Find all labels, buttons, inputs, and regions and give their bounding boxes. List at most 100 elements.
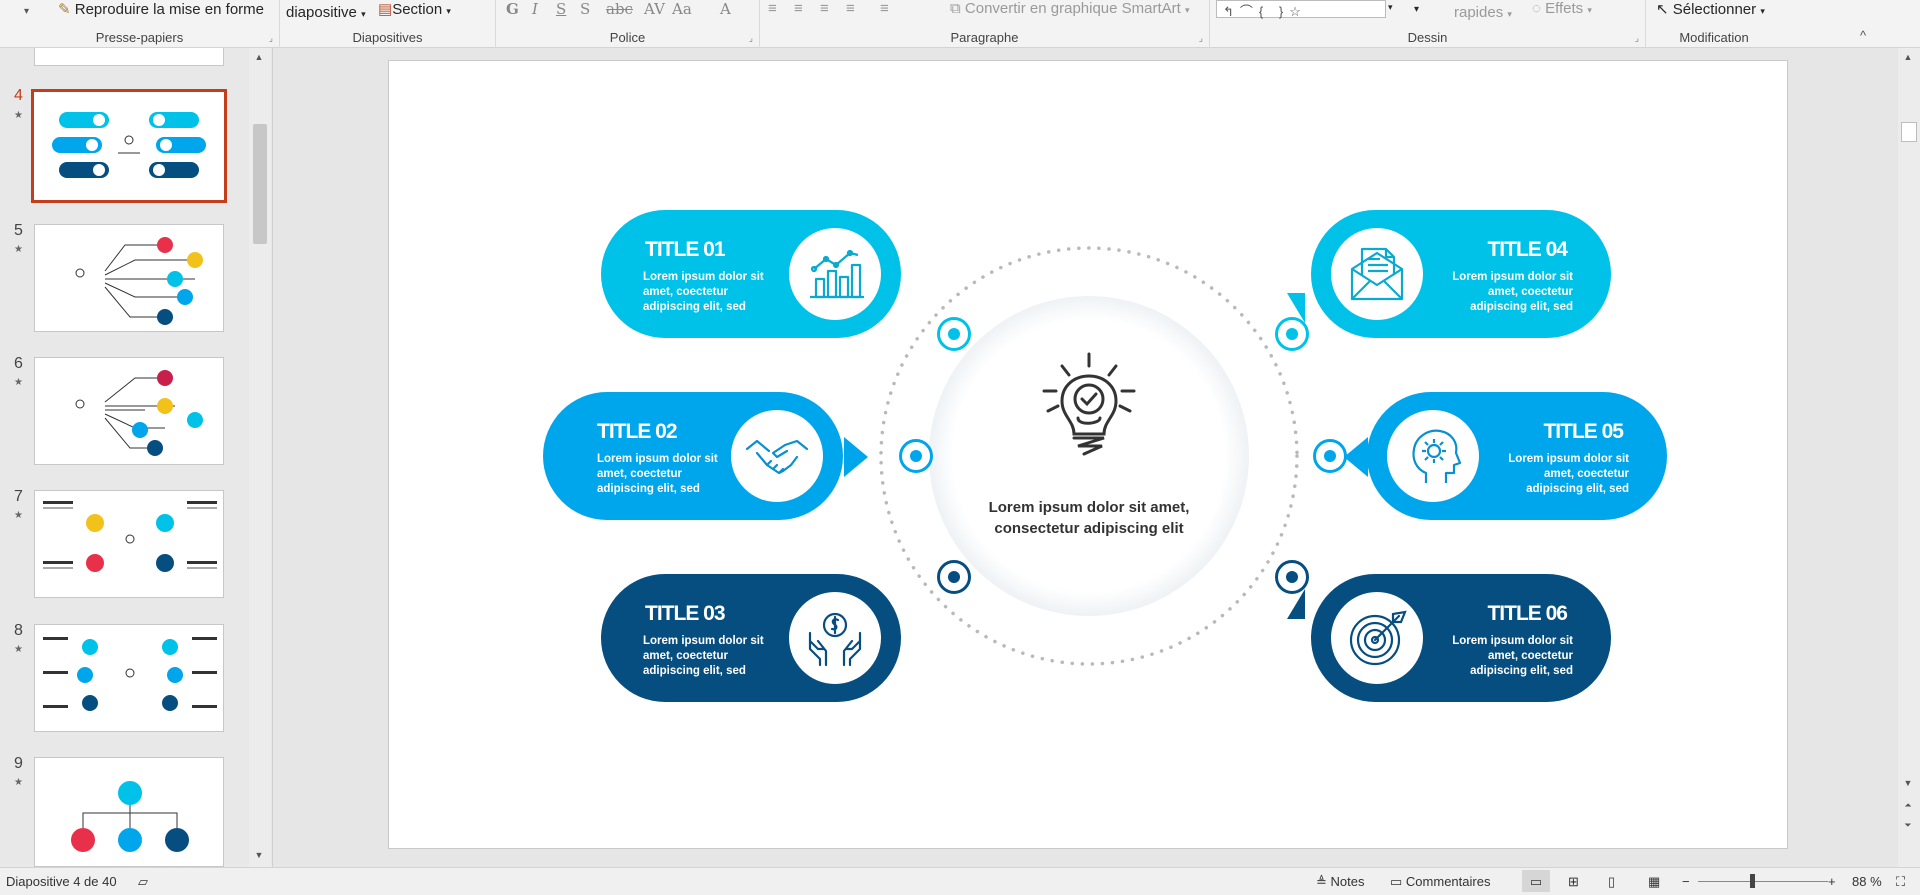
effects-button[interactable]: ◌ Effets ▾ (1532, 0, 1592, 17)
justify-icon[interactable]: ≡ (846, 0, 855, 17)
drawing-group-label: Dessin (1407, 30, 1448, 45)
smartart-icon: ⧉ (950, 0, 961, 17)
slide-thumbnail-7[interactable] (34, 490, 224, 598)
thumbnail-scrollbar[interactable]: ▲ ▼ (249, 48, 271, 867)
card-03[interactable]: TITLE 03 Lorem ipsum dolor sit amet, coe… (601, 574, 901, 702)
slide-sorter-icon[interactable]: ⊞ (1568, 874, 1579, 890)
underline-icon[interactable]: S (556, 0, 566, 18)
strikethrough-icon[interactable]: abc (606, 0, 633, 18)
notes-icon: ≜ (1316, 874, 1327, 889)
status-bar: Diapositive 4 de 40 ▱ ≜ Notes ▭ Commenta… (0, 867, 1920, 895)
proofing-icon[interactable]: ▱ (138, 874, 148, 890)
card-03-text: Lorem ipsum dolor sit amet, coectetur ad… (643, 635, 764, 677)
slide-thumbnail-8[interactable] (34, 624, 224, 732)
align-center-icon[interactable]: ≡ (794, 0, 803, 17)
clipboard-launcher-icon[interactable]: ⌟ (269, 33, 273, 44)
bold-icon[interactable]: G (506, 0, 519, 18)
card-06[interactable]: TITLE 06 Lorem ipsum dolor sit amet, coe… (1311, 574, 1611, 702)
slide-thumbnail-6[interactable] (34, 357, 224, 465)
reading-view-icon[interactable]: ▯ (1608, 874, 1615, 890)
zoom-in-icon[interactable]: + (1828, 874, 1836, 889)
cursor-icon: ↖ (1656, 1, 1669, 18)
align-right-icon[interactable]: ≡ (820, 0, 829, 17)
head-gear-icon (1412, 429, 1462, 483)
select-button[interactable]: ↖ Sélectionner ▾ (1656, 0, 1765, 18)
format-painter-button[interactable]: ✎ Reproduire la mise en forme (58, 0, 264, 18)
brush-icon: ✎ (58, 1, 71, 18)
card-04-text: Lorem ipsum dolor sit amet, coectetur ad… (1452, 271, 1573, 313)
card-01-icon-circle (789, 228, 881, 320)
fit-to-window-icon[interactable]: ⛶ (1896, 874, 1905, 890)
zoom-out-icon[interactable]: − (1682, 874, 1690, 889)
vertical-scrollbar[interactable]: ▲ ▼ ⏶ ⏷ (1898, 48, 1920, 867)
quick-styles-button[interactable]: rapides ▾ (1454, 4, 1512, 21)
normal-view-icon[interactable]: ▭ (1522, 870, 1550, 892)
card-06-pointer (1287, 589, 1305, 619)
slideshow-icon[interactable]: ▦ (1648, 874, 1660, 890)
effects-icon: ◌ (1532, 0, 1541, 17)
comments-button[interactable]: ▭ Commentaires (1390, 874, 1490, 890)
animation-star-icon: ★ (14, 110, 23, 121)
thumbnail-7-preview (43, 501, 217, 572)
case-icon[interactable]: Aa (672, 0, 692, 18)
card-04[interactable]: TITLE 04 Lorem ipsum dolor sit amet, coe… (1311, 210, 1611, 338)
zoom-slider[interactable] (1698, 881, 1828, 882)
thumbnail-8-preview (43, 637, 217, 711)
card-01-title: TITLE 01 (645, 238, 726, 261)
card-05[interactable]: TITLE 05 Lorem ipsum dolor sit amet, coe… (1367, 392, 1667, 520)
shadow-icon[interactable]: S (580, 0, 590, 18)
connector-dot-02 (899, 439, 933, 473)
slide-editing-area[interactable]: Lorem ipsum dolor sit amet, consectetur … (274, 48, 1898, 867)
arrange-dropdown-icon[interactable]: ▾ (1414, 4, 1419, 15)
smartart-button[interactable]: ⧉ Convertir en graphique SmartArt ▾ (950, 0, 1190, 17)
slide-thumbnail-5[interactable] (34, 224, 224, 332)
slide-thumbnail-pane[interactable]: 4 ★ 5 ★ 6 ★ 7 ★ 8 ★ 9 ★ ▲ ▼ (0, 48, 273, 867)
card-01[interactable]: TITLE 01 Lorem ipsum dolor sit amet, coe… (601, 210, 901, 338)
spacing-icon[interactable]: AV (644, 0, 665, 18)
font-launcher-icon[interactable]: ⌟ (749, 33, 753, 44)
card-05-text: Lorem ipsum dolor sit amet, coectetur ad… (1508, 453, 1629, 495)
drawing-launcher-icon[interactable]: ⌟ (1635, 33, 1639, 44)
shapes-gallery[interactable]: ↰⌒{ }☆ (1216, 0, 1386, 19)
vertical-scrollbar-thumb[interactable] (1901, 122, 1917, 142)
align-left-icon[interactable]: ≡ (768, 0, 777, 17)
scroll-up-icon[interactable]: ▲ (249, 52, 269, 62)
paste-dropdown-icon[interactable]: ▾ (24, 6, 29, 17)
italic-icon[interactable]: I (532, 0, 538, 18)
slide-counter[interactable]: Diapositive 4 de 40 (6, 874, 117, 889)
collapse-ribbon-icon[interactable]: ^ (1860, 28, 1866, 43)
columns-icon[interactable]: ≡ (880, 0, 889, 17)
connector-dot-03 (937, 560, 971, 594)
scroll-up-icon[interactable]: ▲ (1898, 52, 1918, 62)
new-slide-button[interactable]: diapositive ▾ (286, 4, 366, 21)
thumbnail-scrollbar-thumb[interactable] (253, 124, 267, 244)
card-04-title: TITLE 04 (1487, 238, 1568, 261)
paragraph-launcher-icon[interactable]: ⌟ (1199, 33, 1203, 44)
slide-number-5: 5 (14, 222, 23, 239)
next-slide-icon[interactable]: ⏷ (1898, 820, 1918, 831)
center-title: Lorem ipsum dolor sit amet, consectetur … (988, 499, 1190, 537)
connector-dot-01 (937, 317, 971, 351)
target-icon (1349, 610, 1407, 666)
shapes-gallery-scroll-icon[interactable]: ▾ (1388, 2, 1393, 13)
thumbnail-4-preview (52, 112, 206, 178)
slide-thumbnail-4[interactable] (31, 89, 227, 203)
card-02[interactable]: TITLE 02 Lorem ipsum dolor sit amet, coe… (543, 392, 843, 520)
zoom-level[interactable]: 88 % (1852, 874, 1882, 889)
card-06-icon-circle (1331, 592, 1423, 684)
notes-button[interactable]: ≜ Notes (1316, 874, 1365, 890)
card-02-icon-circle (731, 410, 823, 502)
zoom-slider-handle[interactable] (1750, 874, 1755, 888)
scroll-down-icon[interactable]: ▼ (1898, 778, 1918, 788)
slide-thumbnail-3-partial[interactable] (34, 48, 224, 66)
slide-number-7: 7 (14, 488, 23, 505)
previous-slide-icon[interactable]: ⏶ (1898, 800, 1918, 811)
section-button[interactable]: ▤Section ▾ (378, 0, 451, 18)
slide-number-9: 9 (14, 755, 23, 772)
font-color-icon[interactable]: A (720, 0, 731, 18)
card-03-title: TITLE 03 (645, 602, 726, 625)
slide-thumbnail-9[interactable] (34, 757, 224, 867)
current-slide[interactable]: Lorem ipsum dolor sit amet, consectetur … (388, 60, 1788, 849)
scroll-down-icon[interactable]: ▼ (249, 850, 269, 860)
paragraph-group-label: Paragraphe (950, 30, 1019, 45)
